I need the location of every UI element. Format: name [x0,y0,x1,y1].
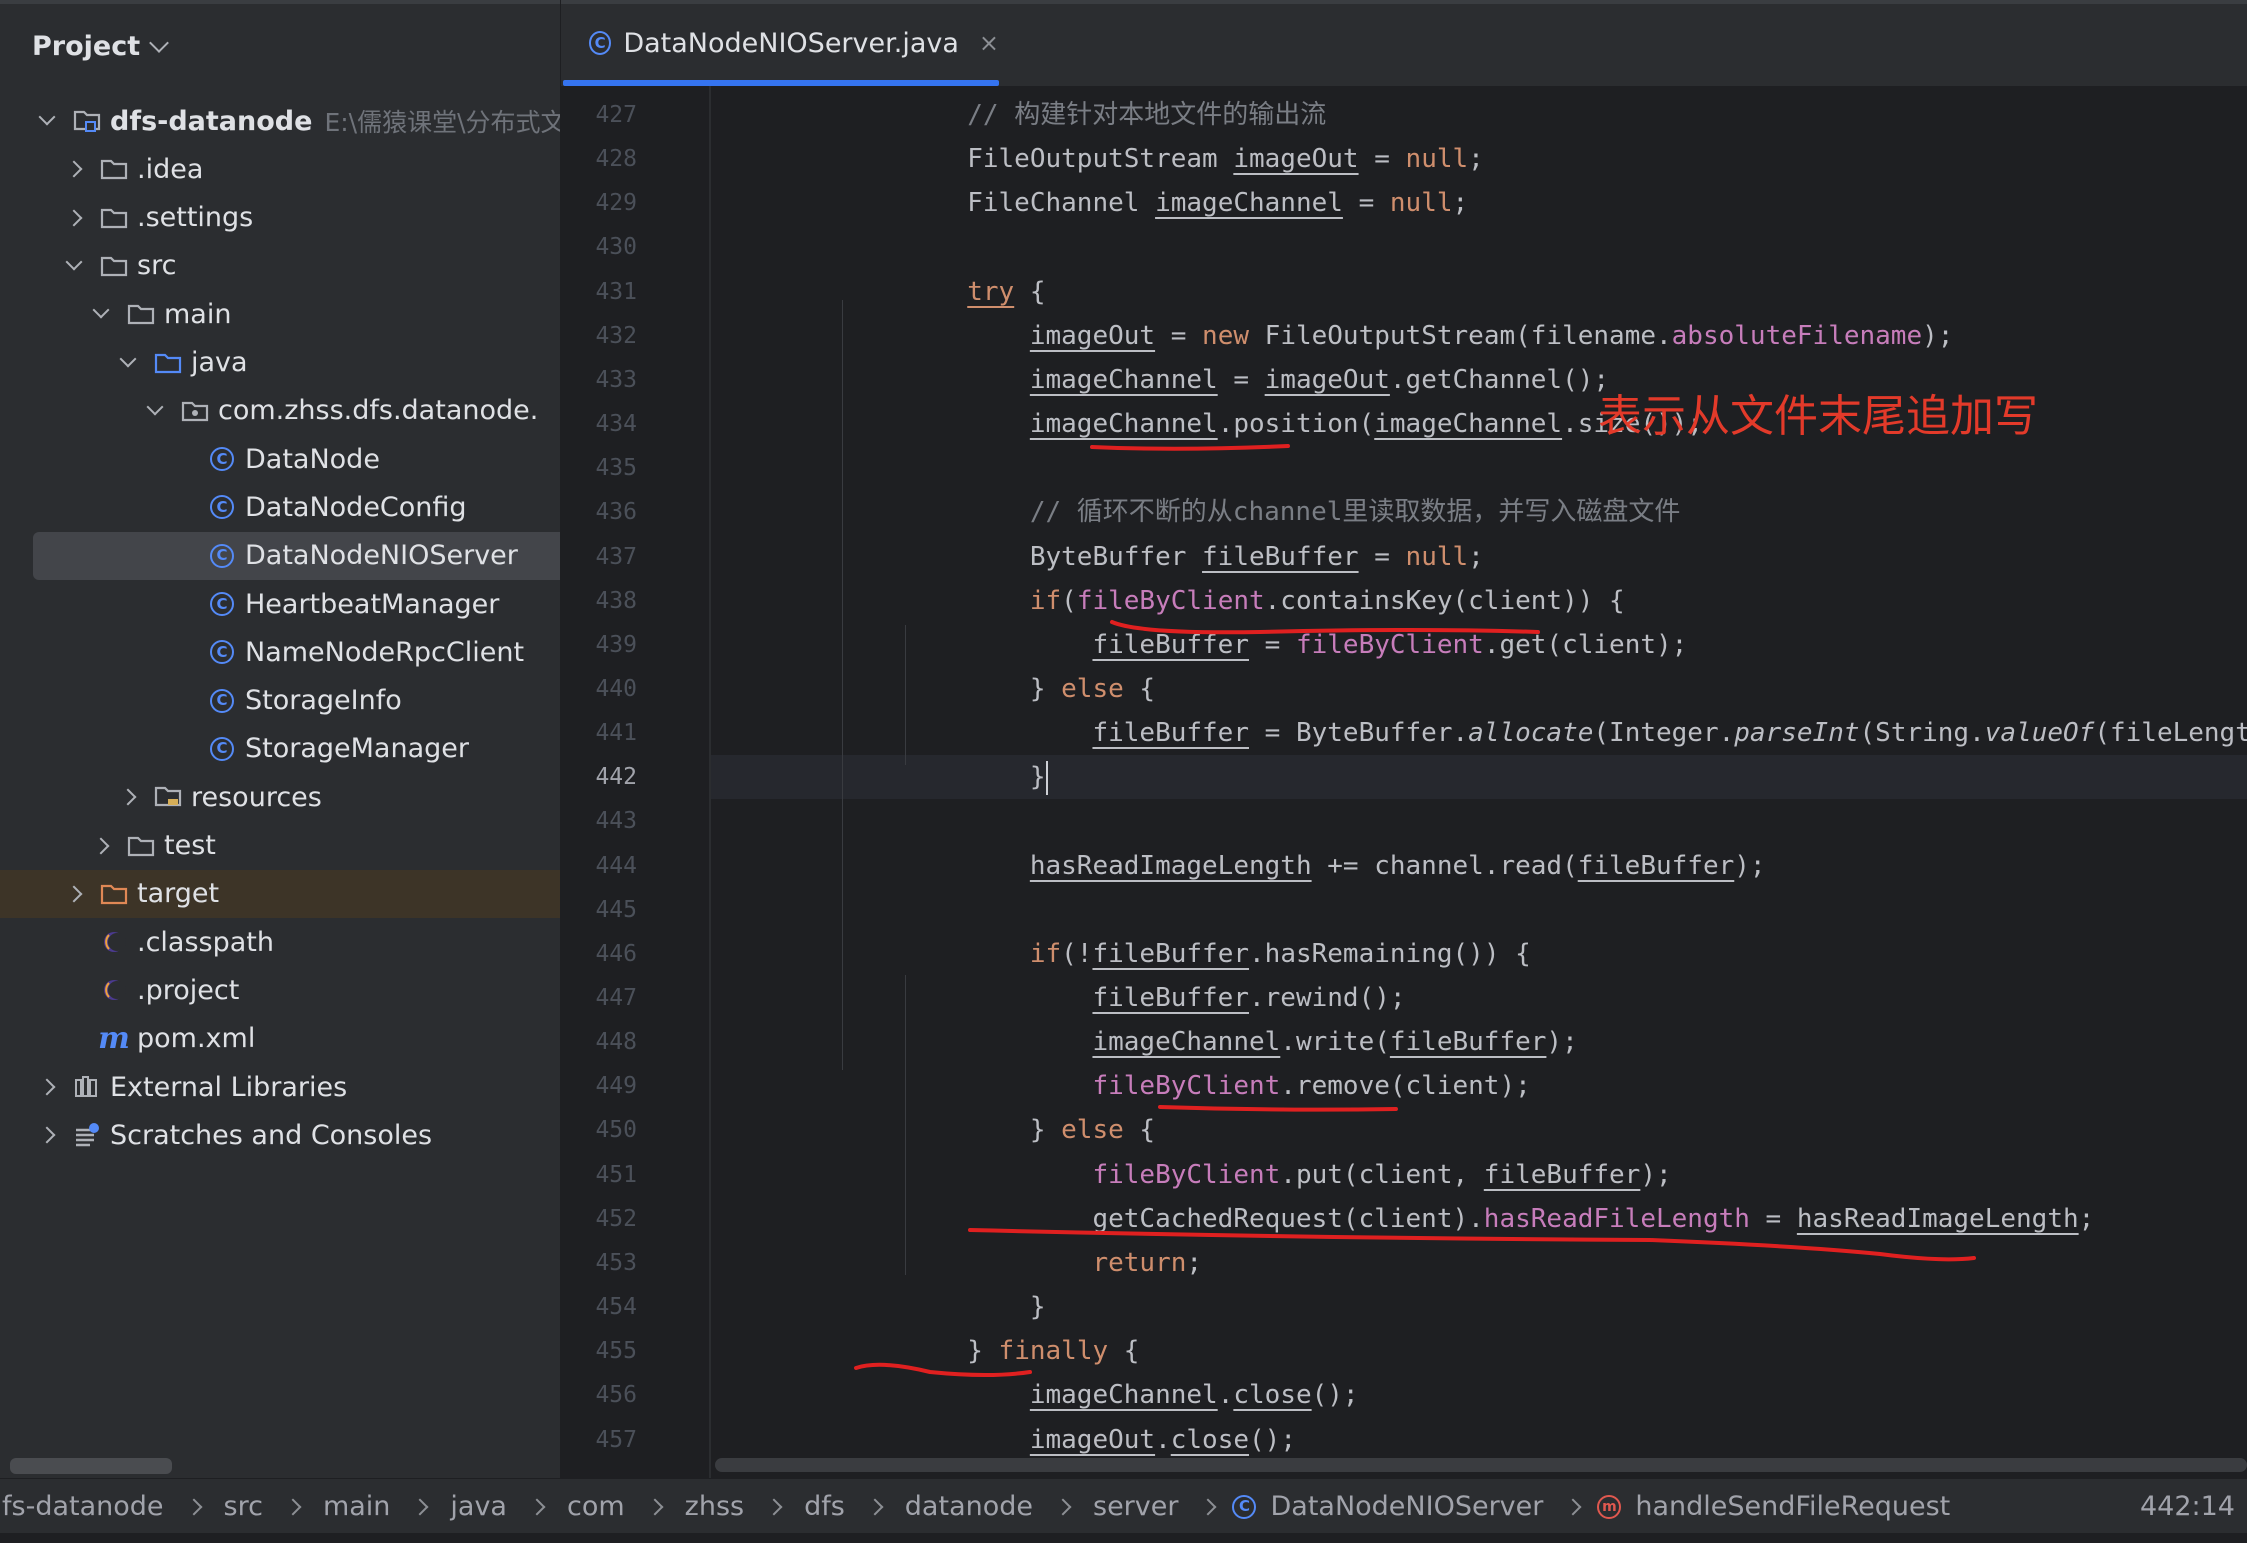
underline-cached-request [968,1228,1976,1262]
chevron-right-icon [411,1498,429,1515]
window-bottom-edge [0,1533,2247,1543]
chevron-right-icon [765,1498,783,1515]
chevron-right-icon [1054,1498,1072,1515]
breadcrumb-item[interactable]: src [224,1491,263,1522]
navigation-breadcrumb: fs-datanode src main java com zhss dfs datanode… [0,1491,1956,1522]
breadcrumb-item[interactable]: zhss [685,1491,744,1522]
underline-finally [854,1362,1032,1377]
chevron-right-icon [1564,1498,1582,1515]
class-icon: C [1232,1494,1257,1519]
status-bar: fs-datanode src main java com zhss dfs datanode… [0,1478,2247,1534]
breadcrumb-item[interactable]: dfs [804,1491,845,1522]
caret-position[interactable]: 442:14 [2140,1479,2235,1534]
breadcrumb-item[interactable]: datanode [905,1491,1033,1522]
editor-horizontal-scrollbar[interactable] [715,1458,2247,1472]
breadcrumb-item[interactable]: DataNodeNIOServer [1270,1491,1543,1522]
breadcrumb-item[interactable]: fs-datanode [2,1491,164,1522]
breadcrumb-item[interactable]: com [567,1491,625,1522]
underline-contains-key [1110,620,1540,635]
underline-remove [1158,1105,1398,1112]
chevron-right-icon [646,1498,664,1515]
breadcrumb-item[interactable]: handleSendFileRequest [1635,1491,1950,1522]
chevron-right-icon [185,1498,203,1515]
breadcrumb-item[interactable]: java [450,1491,507,1522]
chevron-right-icon [866,1498,884,1515]
underline-position [1090,444,1290,451]
breadcrumb-item[interactable]: server [1093,1491,1178,1522]
method-icon: m [1597,1494,1622,1519]
breadcrumb-item[interactable]: main [323,1491,390,1522]
chevron-right-icon [284,1498,302,1515]
red-underline-marks [854,444,1976,1377]
chevron-right-icon [1199,1498,1217,1515]
chevron-right-icon [528,1498,546,1515]
